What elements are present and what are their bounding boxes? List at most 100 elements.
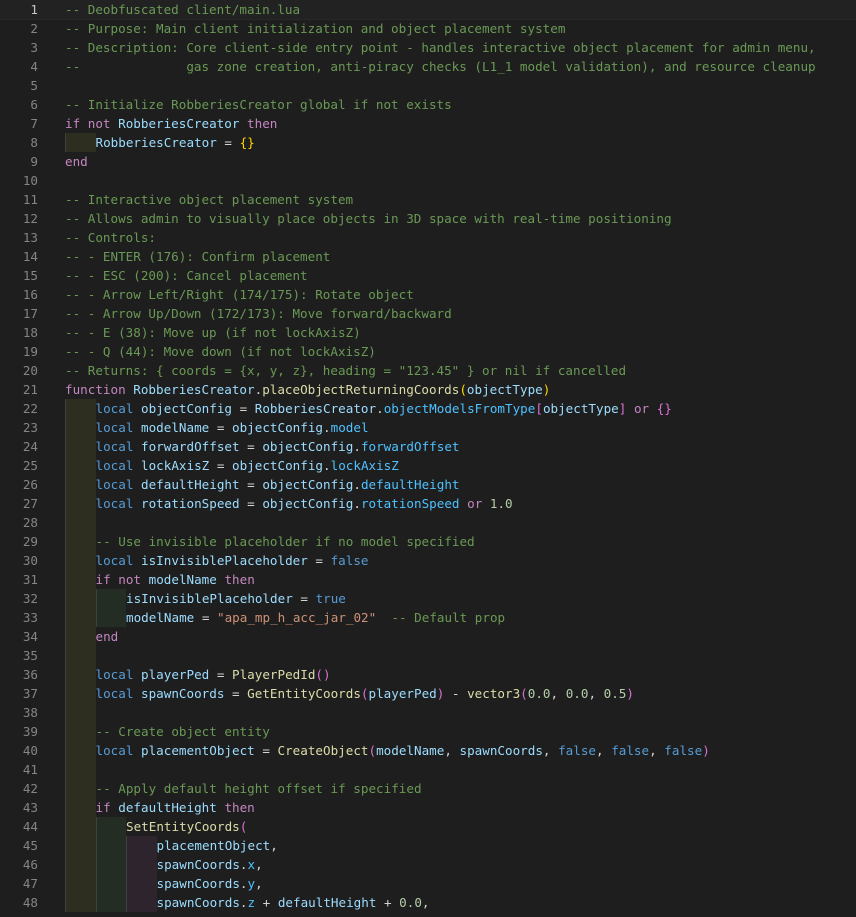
code-line[interactable]: 18 -- - E (38): Move up (if not lockAxisZ… [0, 323, 856, 342]
code-line[interactable]: 21 function RobberiesCreator.placeObjectR… [0, 380, 856, 399]
code-token: spawnCoords [141, 686, 225, 701]
code-token: objectModelsFromType [383, 401, 536, 416]
code-token: local [95, 458, 134, 473]
code-line[interactable]: 14 -- - ENTER (176): Confirm placement [0, 247, 856, 266]
code-token: , [542, 743, 559, 758]
line-number: 24 [22, 439, 38, 454]
code-line[interactable]: 3 -- Description: Core client-side entry … [0, 38, 856, 57]
code-text: end [65, 627, 118, 646]
code-line[interactable]: 25 local lockAxisZ = objectConfig.lockAxi… [0, 456, 856, 475]
code-line[interactable]: 42 -- Apply default height offset if spec… [0, 779, 856, 798]
code-line[interactable]: 28 [0, 513, 856, 532]
code-text: -- - E (38): Move up (if not lockAxisZ) [65, 323, 361, 342]
code-token: . [353, 496, 361, 511]
code-line[interactable]: 13 -- Controls: [0, 228, 856, 247]
line-number: 39 [22, 724, 38, 739]
code-line[interactable]: 10 [0, 171, 856, 190]
code-line[interactable]: 20 -- Returns: { coords = {x, y, z}, head… [0, 361, 856, 380]
code-text: if not RobberiesCreator then [65, 114, 277, 133]
code-line[interactable]: 30 local isInvisiblePlaceholder = false [0, 551, 856, 570]
code-line[interactable]: 26 local defaultHeight = objectConfig.def… [0, 475, 856, 494]
indent-guide [95, 874, 126, 893]
code-line[interactable]: 39 -- Create object entity [0, 722, 856, 741]
code-token: local [95, 477, 134, 492]
code-line[interactable]: 32 isInvisiblePlaceholder = true [0, 589, 856, 608]
code-token: , [649, 743, 665, 758]
code-line[interactable]: 24 local forwardOffset = objectConfig.for… [0, 437, 856, 456]
code-line[interactable]: 22 local objectConfig = RobberiesCreator.… [0, 399, 856, 418]
code-line[interactable]: 15 -- - ESC (200): Cancel placement [0, 266, 856, 285]
line-number: 8 [30, 135, 38, 150]
code-line[interactable]: 41 [0, 760, 856, 779]
code-line[interactable]: 29 -- Use invisible placeholder if no mod… [0, 532, 856, 551]
code-line[interactable]: 33 modelName = "apa_mp_h_acc_jar_02" -- D… [0, 608, 856, 627]
code-line[interactable]: 6 -- Initialize RobberiesCreator global i… [0, 95, 856, 114]
code-line[interactable]: 23 local modelName = objectConfig.model [0, 418, 856, 437]
code-token: , [255, 857, 263, 872]
code-token: = [209, 458, 233, 473]
code-token: objectConfig [262, 477, 354, 492]
code-line[interactable]: 43 if defaultHeight then [0, 798, 856, 817]
code-line[interactable]: 40 local placementObject = CreateObject(m… [0, 741, 856, 760]
code-token: -- - E (38): Move up (if not lockAxisZ) [65, 325, 361, 340]
code-token: if [65, 116, 81, 131]
code-line[interactable]: 5 [0, 76, 856, 95]
code-line[interactable]: 16 -- - Arrow Left/Right (174/175): Rotat… [0, 285, 856, 304]
code-text: local playerPed = PlayerPedId() [65, 665, 331, 684]
code-token: = [239, 496, 263, 511]
code-line[interactable]: 48 spawnCoords.z + defaultHeight + 0.0, [0, 893, 856, 912]
code-token: defaultHeight [118, 800, 217, 815]
code-line[interactable]: 34 end [0, 627, 856, 646]
line-number: 25 [22, 458, 38, 473]
code-token: local [95, 401, 134, 416]
code-token: "apa_mp_h_acc_jar_02" [217, 610, 377, 625]
code-token: () [315, 667, 331, 682]
code-editor[interactable]: 1 -- Deobfuscated client/main.lua 2 -- Purp… [0, 0, 856, 917]
code-token: , [270, 838, 278, 853]
code-token: defaultHeight [360, 477, 460, 492]
code-token: 0.5 [603, 686, 627, 701]
indent-guide [126, 874, 157, 893]
code-text: local spawnCoords = GetEntityCoords(play… [65, 684, 634, 703]
code-token: forwardOffset [360, 439, 460, 454]
code-line[interactable]: 37 local spawnCoords = GetEntityCoords(pl… [0, 684, 856, 703]
code-line[interactable]: 2 -- Purpose: Main client initialization … [0, 19, 856, 38]
code-text: -- Initialize RobberiesCreator global if… [65, 95, 452, 114]
code-line[interactable]: 36 local playerPed = PlayerPedId() [0, 665, 856, 684]
code-token: = [239, 439, 263, 454]
code-line[interactable]: 4 -- gas zone creation, anti-piracy check… [0, 57, 856, 76]
code-line[interactable]: 45 placementObject, [0, 836, 856, 855]
code-line[interactable]: 9 end [0, 152, 856, 171]
code-line[interactable]: 44 SetEntityCoords( [0, 817, 856, 836]
code-line[interactable]: 35 [0, 646, 856, 665]
indent-guide [65, 684, 96, 703]
code-token: + [255, 895, 278, 910]
code-line[interactable]: 17 -- - Arrow Up/Down (172/173): Move for… [0, 304, 856, 323]
line-number: 26 [22, 477, 38, 492]
code-token: false [330, 553, 369, 568]
indent-guide [65, 608, 96, 627]
code-token: objectConfig [262, 439, 354, 454]
code-line[interactable]: 11 -- Interactive object placement system [0, 190, 856, 209]
code-token: placeObjectReturningCoords [262, 382, 460, 397]
code-line[interactable]: 12 -- Allows admin to visually place obje… [0, 209, 856, 228]
code-line[interactable]: 1 -- Deobfuscated client/main.lua [0, 0, 856, 20]
code-token: objectType [542, 401, 619, 416]
code-line[interactable]: 31 if not modelName then [0, 570, 856, 589]
code-token: . [376, 401, 384, 416]
code-line[interactable]: 27 local rotationSpeed = objectConfig.rot… [0, 494, 856, 513]
code-line[interactable]: 7 if not RobberiesCreator then [0, 114, 856, 133]
code-line[interactable]: 47 spawnCoords.y, [0, 874, 856, 893]
code-line[interactable]: 19 -- - Q (44): Move down (if not lockAxi… [0, 342, 856, 361]
code-token: modelName [148, 572, 217, 587]
code-token: . [323, 420, 331, 435]
code-line[interactable]: 38 [0, 703, 856, 722]
code-token: local [95, 496, 134, 511]
code-token: -- - Q (44): Move down (if not lockAxisZ… [65, 344, 376, 359]
code-token: local [95, 743, 134, 758]
code-line[interactable]: 8 RobberiesCreator = {} [0, 133, 856, 152]
code-line[interactable]: 46 spawnCoords.x, [0, 855, 856, 874]
